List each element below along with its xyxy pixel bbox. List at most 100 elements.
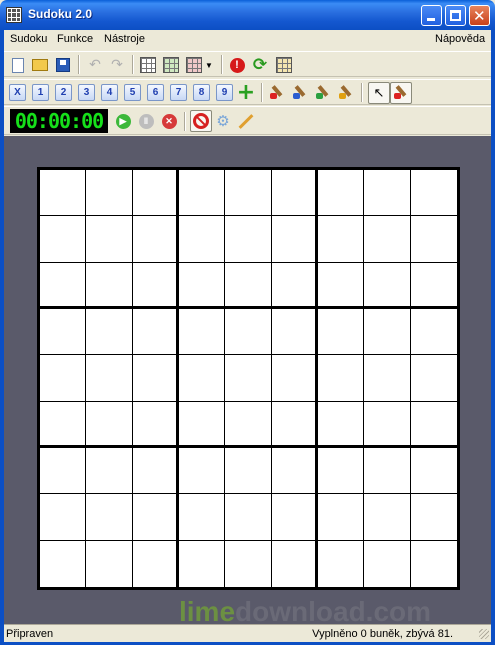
- brush-red-button[interactable]: [268, 84, 286, 102]
- sudoku-cell[interactable]: [132, 447, 179, 495]
- clear-number-button[interactable]: X: [9, 84, 26, 101]
- sudoku-cell[interactable]: [132, 216, 179, 263]
- sudoku-cell[interactable]: [317, 262, 365, 309]
- sudoku-cell[interactable]: [86, 355, 133, 402]
- number-7-button[interactable]: 7: [170, 84, 187, 101]
- sudoku-cell[interactable]: [317, 447, 365, 495]
- sudoku-cell[interactable]: [225, 494, 272, 541]
- close-button[interactable]: ✕: [469, 5, 490, 26]
- menu-nastroje[interactable]: Nástroje: [104, 33, 145, 45]
- sudoku-cell[interactable]: [178, 447, 226, 495]
- sudoku-cell[interactable]: [40, 494, 87, 541]
- save-button[interactable]: [54, 56, 72, 74]
- sudoku-cell[interactable]: [225, 401, 272, 448]
- sudoku-cell[interactable]: [317, 170, 365, 217]
- sudoku-cell[interactable]: [364, 447, 411, 495]
- sudoku-cell[interactable]: [410, 170, 457, 217]
- sudoku-cell[interactable]: [364, 401, 411, 448]
- number-9-button[interactable]: 9: [216, 84, 233, 101]
- sudoku-cell[interactable]: [364, 494, 411, 541]
- pencil-button[interactable]: [237, 112, 255, 130]
- sudoku-cell[interactable]: [132, 540, 179, 587]
- sudoku-cell[interactable]: [40, 216, 87, 263]
- sudoku-cell[interactable]: [225, 170, 272, 217]
- sudoku-cell[interactable]: [271, 494, 318, 541]
- sudoku-cell[interactable]: [225, 262, 272, 309]
- sudoku-cell[interactable]: [364, 355, 411, 402]
- menu-sudoku[interactable]: Sudoku: [10, 33, 47, 45]
- sudoku-cell[interactable]: [132, 355, 179, 402]
- select-mode-button[interactable]: ↖: [368, 82, 390, 104]
- brush-green-button[interactable]: [314, 84, 332, 102]
- sudoku-cell[interactable]: [132, 401, 179, 448]
- menu-funkce[interactable]: Funkce: [57, 33, 93, 45]
- sudoku-cell[interactable]: [410, 494, 457, 541]
- maximize-button[interactable]: [445, 5, 466, 26]
- sudoku-cell[interactable]: [178, 262, 226, 309]
- number-6-button[interactable]: 6: [147, 84, 164, 101]
- sudoku-cell[interactable]: [410, 216, 457, 263]
- sudoku-cell[interactable]: [271, 308, 318, 356]
- sudoku-cell[interactable]: [410, 355, 457, 402]
- pause-button[interactable]: ‖: [137, 112, 155, 130]
- sudoku-cell[interactable]: [271, 216, 318, 263]
- sudoku-cell[interactable]: [317, 494, 365, 541]
- sudoku-cell[interactable]: [40, 308, 87, 356]
- number-8-button[interactable]: 8: [193, 84, 210, 101]
- settings-button[interactable]: ⚙: [214, 112, 232, 130]
- grid-button[interactable]: [139, 56, 157, 74]
- sudoku-cell[interactable]: [317, 355, 365, 402]
- grid-hint-button[interactable]: [275, 56, 293, 74]
- sudoku-cell[interactable]: [178, 540, 226, 587]
- resize-grip[interactable]: [479, 629, 489, 639]
- undo-button[interactable]: ↶: [86, 56, 104, 74]
- sudoku-cell[interactable]: [178, 308, 226, 356]
- minimize-button[interactable]: [421, 5, 442, 26]
- sudoku-cell[interactable]: [86, 447, 133, 495]
- sudoku-cell[interactable]: [86, 170, 133, 217]
- sudoku-cell[interactable]: [364, 262, 411, 309]
- sudoku-cell[interactable]: [364, 308, 411, 356]
- sudoku-cell[interactable]: [225, 355, 272, 402]
- sudoku-cell[interactable]: [410, 540, 457, 587]
- sudoku-cell[interactable]: [317, 308, 365, 356]
- sudoku-cell[interactable]: [132, 262, 179, 309]
- warning-button[interactable]: !: [228, 56, 246, 74]
- sudoku-cell[interactable]: [317, 216, 365, 263]
- sudoku-cell[interactable]: [271, 355, 318, 402]
- generate-dropdown-button[interactable]: ▼: [203, 56, 215, 74]
- brush-yellow-button[interactable]: [337, 84, 355, 102]
- sudoku-cell[interactable]: [410, 401, 457, 448]
- sudoku-cell[interactable]: [132, 308, 179, 356]
- sudoku-cell[interactable]: [40, 170, 87, 217]
- sudoku-cell[interactable]: [178, 170, 226, 217]
- sudoku-cell[interactable]: [364, 170, 411, 217]
- sudoku-cell[interactable]: [271, 262, 318, 309]
- refresh-button[interactable]: ⟳: [251, 55, 269, 75]
- sudoku-cell[interactable]: [86, 494, 133, 541]
- sudoku-cell[interactable]: [132, 494, 179, 541]
- sudoku-cell[interactable]: [364, 540, 411, 587]
- number-3-button[interactable]: 3: [78, 84, 95, 101]
- sudoku-cell[interactable]: [410, 308, 457, 356]
- sudoku-cell[interactable]: [86, 262, 133, 309]
- sudoku-cell[interactable]: [225, 308, 272, 356]
- sudoku-cell[interactable]: [271, 170, 318, 217]
- sudoku-cell[interactable]: [40, 540, 87, 587]
- sudoku-cell[interactable]: [40, 447, 87, 495]
- sudoku-cell[interactable]: [225, 447, 272, 495]
- add-button[interactable]: +: [237, 82, 255, 104]
- sudoku-cell[interactable]: [132, 170, 179, 217]
- menu-napoveda[interactable]: Nápověda: [435, 33, 485, 45]
- sudoku-cell[interactable]: [410, 262, 457, 309]
- block-button[interactable]: [190, 110, 212, 132]
- number-1-button[interactable]: 1: [32, 84, 49, 101]
- sudoku-cell[interactable]: [364, 216, 411, 263]
- sudoku-cell[interactable]: [271, 540, 318, 587]
- sudoku-cell[interactable]: [225, 216, 272, 263]
- sudoku-cell[interactable]: [178, 216, 226, 263]
- sudoku-cell[interactable]: [410, 447, 457, 495]
- sudoku-cell[interactable]: [40, 355, 87, 402]
- paint-mode-button[interactable]: [390, 82, 412, 104]
- open-button[interactable]: [31, 56, 49, 74]
